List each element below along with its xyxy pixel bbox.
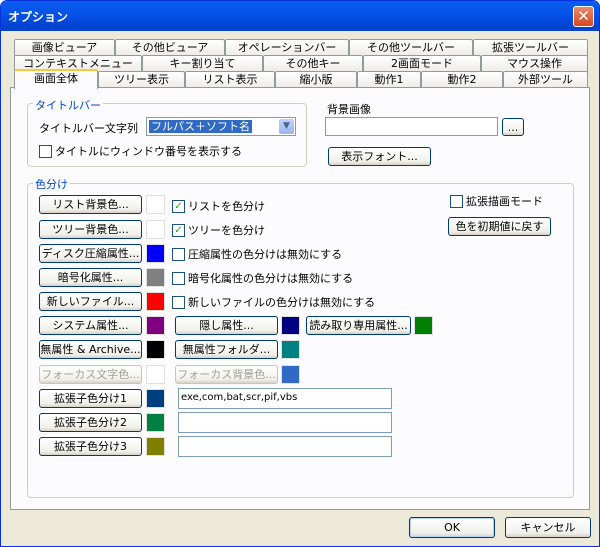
ext1-swatch xyxy=(146,389,165,408)
close-button[interactable]: ✕ xyxy=(573,6,594,27)
newfile-swatch xyxy=(146,292,165,311)
tree-bg-button[interactable]: ツリー背景色... xyxy=(39,220,142,239)
system-swatch xyxy=(146,316,165,335)
reset-colors-button[interactable]: 色を初期値に戻す xyxy=(448,217,551,236)
no-attr-folder-button[interactable]: 無属性フォルダ... xyxy=(175,340,278,359)
checkbox-box[interactable] xyxy=(172,248,185,261)
system-attr-button[interactable]: システム属性... xyxy=(39,316,142,335)
ext1-input[interactable]: exe,com,bat,scr,pif,vbs xyxy=(178,388,392,409)
list-bg-swatch xyxy=(146,195,165,214)
close-icon: ✕ xyxy=(577,7,590,25)
encrypt-disable-label: 暗号化属性の色分けは無効にする xyxy=(188,272,354,285)
readonly-swatch xyxy=(414,316,433,335)
ok-button[interactable]: OK xyxy=(409,517,495,538)
hidden-swatch xyxy=(281,316,300,335)
disk-compress-button[interactable]: ディスク圧縮属性... xyxy=(39,244,142,263)
browse-button[interactable]: ... xyxy=(502,118,524,136)
encrypt-swatch xyxy=(146,268,165,287)
cancel-button[interactable]: キャンセル xyxy=(505,517,591,538)
encrypt-button[interactable]: 暗号化属性... xyxy=(39,268,142,287)
checkbox-box[interactable] xyxy=(450,195,463,208)
background-image-label: 背景画像 xyxy=(327,103,371,116)
options-dialog: オプション ✕ 画像ビューア その他ビューア オペレーションバー その他ツールバ… xyxy=(0,0,600,547)
ext1-button[interactable]: 拡張子色分け1 xyxy=(39,389,142,408)
tab-whole-screen[interactable]: 画面全体 xyxy=(14,69,98,89)
hidden-attr-button[interactable]: 隠し属性... xyxy=(175,316,278,335)
titlebar-text-value: フルパス＋ソフト名 xyxy=(149,120,252,133)
ext-draw-checkbox[interactable]: 拡張描画モード xyxy=(450,195,543,210)
background-image-input[interactable] xyxy=(325,117,498,136)
color-group-label: 色分け xyxy=(33,176,70,192)
tree-color-label: ツリーを色分け xyxy=(188,224,265,237)
focus-text-button: フォーカス文字色... xyxy=(39,365,142,384)
titlebar-text-select[interactable]: フルパス＋ソフト名 ▼ xyxy=(146,117,296,136)
tree-color-checkbox[interactable]: ✓ ツリーを色分け xyxy=(172,224,265,239)
ext2-button[interactable]: 拡張子色分け2 xyxy=(39,413,142,432)
list-bg-button[interactable]: リスト背景色... xyxy=(39,195,142,214)
window-number-label: タイトルにウィンドウ番号を表示する xyxy=(55,145,242,158)
compress-disable-label: 圧縮属性の色分けは無効にする xyxy=(188,248,343,261)
list-color-checkbox[interactable]: ✓ リストを色分け xyxy=(172,200,265,215)
focus-bg-swatch xyxy=(281,365,300,384)
compress-disable-checkbox[interactable]: 圧縮属性の色分けは無効にする xyxy=(172,248,342,263)
encrypt-disable-checkbox[interactable]: 暗号化属性の色分けは無効にする xyxy=(172,272,353,287)
checkbox-box[interactable] xyxy=(39,145,52,158)
window-title: オプション xyxy=(8,10,69,24)
tab-panel: タイトルバー タイトルバー文字列 フルパス＋ソフト名 ▼ タイトルにウィンドウ番… xyxy=(10,87,590,510)
checkbox-box[interactable] xyxy=(172,272,185,285)
noattr-swatch xyxy=(146,340,165,359)
no-attr-archive-button[interactable]: 無属性 & Archive... xyxy=(39,340,142,359)
check-icon[interactable]: ✓ xyxy=(172,200,185,213)
noattr-folder-swatch xyxy=(281,340,300,359)
chevron-down-icon[interactable]: ▼ xyxy=(279,119,294,134)
window-number-checkbox[interactable]: タイトルにウィンドウ番号を表示する xyxy=(39,145,242,160)
compress-swatch xyxy=(146,244,165,263)
titlebar-group-label: タイトルバー xyxy=(33,97,103,113)
ext3-button[interactable]: 拡張子色分け3 xyxy=(39,437,142,456)
new-file-button[interactable]: 新しいファイル... xyxy=(39,292,142,311)
list-color-label: リストを色分け xyxy=(188,200,265,213)
display-font-button[interactable]: 表示フォント... xyxy=(328,147,431,166)
ext3-swatch xyxy=(146,437,165,456)
ext2-swatch xyxy=(146,413,165,432)
title-bar: オプション ✕ xyxy=(1,1,599,31)
focus-bg-button: フォーカス背景色... xyxy=(175,365,278,384)
check-icon[interactable]: ✓ xyxy=(172,224,185,237)
ext-draw-label: 拡張描画モード xyxy=(466,195,543,208)
ext3-input[interactable] xyxy=(178,436,392,457)
newfile-disable-checkbox[interactable]: 新しいファイルの色分けは無効にする xyxy=(172,296,375,311)
newfile-disable-label: 新しいファイルの色分けは無効にする xyxy=(188,296,376,309)
checkbox-box[interactable] xyxy=(172,296,185,309)
ext2-input[interactable] xyxy=(178,412,392,433)
focus-text-swatch xyxy=(146,365,165,384)
tree-bg-swatch xyxy=(146,220,165,239)
titlebar-text-label: タイトルバー文字列 xyxy=(39,122,138,135)
readonly-attr-button[interactable]: 読み取り専用属性... xyxy=(306,316,411,335)
